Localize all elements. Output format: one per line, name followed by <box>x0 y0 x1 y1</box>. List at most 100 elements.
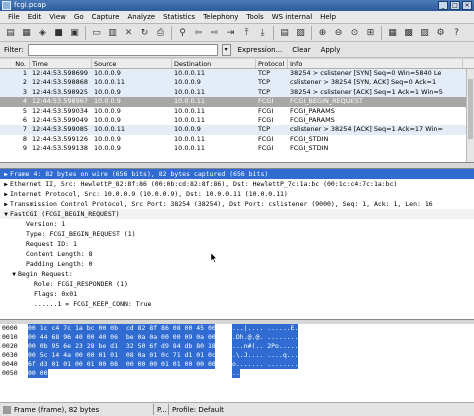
go-last-icon[interactable]: ⤓ <box>255 25 270 40</box>
stop-capture-icon[interactable]: ■ <box>51 25 66 40</box>
hex-bytes[interactable]: 00 1c c4 7c 1a bc 00 0b cd 82 8f 86 08 0… <box>28 324 216 333</box>
hex-ascii[interactable]: ...|.... ......E. <box>231 324 299 333</box>
packet-cell-time: 12:44:53.598699 <box>32 69 89 77</box>
close-file-icon[interactable]: ✕ <box>121 25 136 40</box>
open-file-icon[interactable]: ▭ <box>89 25 104 40</box>
start-capture-icon[interactable]: ◈ <box>35 25 50 40</box>
menu-statistics[interactable]: Statistics <box>159 11 199 23</box>
tree-item[interactable]: ▶ Transmission Control Protocol, Src Port… <box>0 199 474 209</box>
status-profile[interactable]: Profile: Default <box>172 406 474 414</box>
tree-item[interactable]: Type: FCGI_BEGIN_REQUEST (1) <box>0 229 474 239</box>
packet-cell-src: 10.0.0.9 <box>94 97 121 106</box>
tree-item[interactable]: ▼ Begin Request: <box>0 269 474 279</box>
hex-bytes[interactable]: 6f d3 01 01 00 01 00 08 00 00 00 01 01 0… <box>28 360 216 369</box>
expert-info-icon[interactable] <box>3 405 11 414</box>
hex-ascii[interactable]: .\.J.... ....q... <box>231 351 299 360</box>
scrollbar-thumb[interactable] <box>468 79 473 139</box>
maximize-button[interactable]: □ <box>450 1 460 10</box>
column-header-time[interactable]: Time <box>30 59 92 68</box>
column-header-protocol[interactable]: Protocol <box>256 59 288 68</box>
tree-item-label: ......1 = FCGI_KEEP_CONN: True <box>34 300 152 308</box>
go-forward-icon[interactable]: ⇨ <box>207 25 222 40</box>
go-back-icon[interactable]: ⇦ <box>191 25 206 40</box>
close-button[interactable]: × <box>462 1 472 10</box>
menu-analyze[interactable]: Analyze <box>123 11 159 23</box>
packet-row[interactable]: 9 12:44:53.599138 10.0.0.9 10.0.0.11 FCGI FCG… <box>0 144 474 154</box>
reload-icon[interactable]: ↻ <box>137 25 152 40</box>
filter-dropdown-button[interactable]: ▾ <box>221 43 231 56</box>
minimize-button[interactable]: _ <box>438 1 448 10</box>
menu-go[interactable]: Go <box>70 11 88 23</box>
packet-row[interactable]: 1 12:44:53.598699 10.0.0.9 10.0.0.11 TCP 3825… <box>0 69 474 79</box>
hex-bytes[interactable]: 00 5c 14 4a 00 00 01 01 08 0a 01 0c 71 d… <box>28 351 216 360</box>
find-packet-icon[interactable]: ⚲ <box>175 25 190 40</box>
tree-item[interactable]: ......1 = FCGI_KEEP_CONN: True <box>0 299 474 309</box>
menu-view[interactable]: View <box>45 11 70 23</box>
packet-cell-info: FCGI_STDIN <box>290 144 329 153</box>
save-file-icon[interactable]: ▥ <box>105 25 120 40</box>
packet-list-header: No. Time Source Destination Protocol Inf… <box>0 59 474 69</box>
hex-ascii[interactable]: .Dh.@.@. ........ <box>231 333 299 342</box>
packet-row[interactable]: 5 12:44:53.599034 10.0.0.9 10.0.0.11 FCGI FCG… <box>0 106 474 116</box>
column-header-destination[interactable]: Destination <box>172 59 256 68</box>
filter-input[interactable] <box>27 43 218 56</box>
menu-edit[interactable]: Edit <box>24 11 46 23</box>
autoscroll-icon[interactable]: ▧ <box>293 25 308 40</box>
capture-options-icon[interactable]: ▦ <box>19 25 34 40</box>
zoom-normal-icon[interactable]: ⊙ <box>347 25 362 40</box>
zoom-in-icon[interactable]: ⊕ <box>315 25 330 40</box>
hex-bytes[interactable]: 00 44 68 96 40 00 40 06 be 0a 0a 00 00 0… <box>28 333 216 342</box>
packet-cell-proto: TCP <box>258 78 271 87</box>
hex-ascii[interactable]: ...n#(.. 2Po..... <box>231 342 299 351</box>
packet-list-scrollbar[interactable] <box>466 69 474 162</box>
tree-item[interactable]: Role: FCGI_RESPONDER (1) <box>0 279 474 289</box>
restart-capture-icon[interactable]: ▣ <box>67 25 82 40</box>
packet-row[interactable]: 8 12:44:53.599126 10.0.0.9 10.0.0.11 FCGI FCG… <box>0 134 474 145</box>
clear-button[interactable]: Clear <box>289 46 313 54</box>
colorize-icon[interactable]: ▤ <box>277 25 292 40</box>
packet-row[interactable]: 7 12:44:53.599085 10.0.0.11 10.0.0.9 TCP csli… <box>0 125 474 135</box>
hex-offset: 0030 <box>2 351 18 359</box>
resize-columns-icon[interactable]: ⊞ <box>363 25 378 40</box>
menu-capture[interactable]: Capture <box>88 11 124 23</box>
menu-tools[interactable]: Tools <box>242 11 267 23</box>
column-header-info[interactable]: Info <box>288 59 463 68</box>
hex-bytes[interactable]: 00 0b 95 6e 23 28 be d1 32 50 6f d9 84 d… <box>28 342 216 351</box>
tree-item[interactable]: ▼ FastCGI (FCGI_BEGIN_REQUEST) <box>0 209 474 219</box>
hex-ascii[interactable]: o....... ........ <box>231 360 299 369</box>
tree-item[interactable]: ▶ Internet Protocol, Src: 10.0.0.9 (10.0.… <box>0 189 474 199</box>
tree-item[interactable]: Version: 1 <box>0 219 474 229</box>
go-first-icon[interactable]: ⤒ <box>239 25 254 40</box>
hex-bytes[interactable]: 00 00 <box>28 369 48 378</box>
tree-item[interactable]: Request ID: 1 <box>0 239 474 249</box>
packet-row[interactable]: 2 12:44:53.598868 10.0.0.11 10.0.0.9 TCP csli… <box>0 78 474 88</box>
coloring-rules-icon[interactable]: ▨ <box>417 25 432 40</box>
print-icon[interactable]: ⎙ <box>153 25 168 40</box>
apply-button[interactable]: Apply <box>318 46 344 54</box>
packet-row[interactable]: 3 12:44:53.598925 10.0.0.9 10.0.0.11 TCP 3825… <box>0 87 474 98</box>
hex-ascii[interactable]: .. <box>232 369 240 378</box>
display-filters-icon[interactable]: ▩ <box>401 25 416 40</box>
packet-row[interactable]: 6 12:44:53.599049 10.0.0.9 10.0.0.11 FCGI FCG… <box>0 115 474 126</box>
preferences-icon[interactable]: ⚙ <box>433 25 448 40</box>
menu-telephony[interactable]: Telephony <box>199 11 242 23</box>
menu-ws-internal[interactable]: WS internal <box>268 11 316 23</box>
go-to-packet-icon[interactable]: ⇥ <box>223 25 238 40</box>
expression-button[interactable]: Expression... <box>235 46 286 54</box>
tree-item[interactable]: Content Length: 8 <box>0 249 474 259</box>
capture-filters-icon[interactable]: ▦ <box>385 25 400 40</box>
tree-item[interactable]: ▶ Ethernet II, Src: HewlettP_82:8f:86 (00… <box>0 179 474 189</box>
column-header-no[interactable]: No. <box>0 59 30 68</box>
tree-item[interactable]: Padding Length: 0 <box>0 259 474 269</box>
interface-list-icon[interactable]: ▤ <box>3 25 18 40</box>
menu-file[interactable]: File <box>4 11 24 23</box>
column-header-source[interactable]: Source <box>92 59 172 68</box>
packet-row[interactable]: 4 12:44:53.598967 10.0.0.9 10.0.0.11 FCGI FCG… <box>0 97 474 107</box>
help-icon[interactable]: ? <box>449 25 464 40</box>
tree-item-label: Version: 1 <box>26 220 66 228</box>
hex-row: 0010 00 44 68 96 40 00 40 06 be 0a 0a 00 … <box>0 333 474 342</box>
menu-help[interactable]: Help <box>316 11 340 23</box>
tree-item[interactable]: ▶ Frame 4: 82 bytes on wire (656 bits), 8… <box>0 169 474 179</box>
zoom-out-icon[interactable]: ⊖ <box>331 25 346 40</box>
tree-item[interactable]: Flags: 0x01 <box>0 289 474 299</box>
